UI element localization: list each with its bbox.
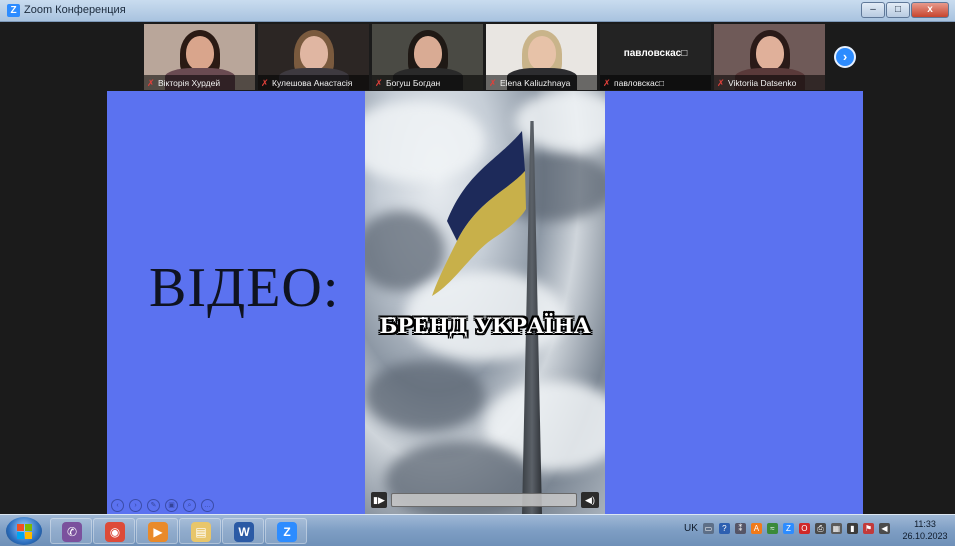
- clock[interactable]: 11:33 26.10.2023: [900, 519, 950, 541]
- pointer-icon[interactable]: ⁑: [734, 523, 746, 534]
- start-button[interactable]: [6, 517, 42, 545]
- screen: Z Zoom Конференция – □ x ✗ Вікторія Хурде…: [0, 0, 955, 546]
- windows-logo-icon: [25, 532, 32, 539]
- participant-face: [299, 36, 328, 70]
- zoom-tray-icon[interactable]: Z: [782, 523, 794, 534]
- volume-icon[interactable]: ◀): [581, 492, 599, 508]
- participant-name-bar: ✗ Богуш Богдан: [372, 75, 483, 90]
- participant-tile[interactable]: ✗ Вікторія Хурдей: [144, 24, 255, 90]
- volume-icon[interactable]: ◀: [878, 523, 890, 534]
- media-player-icon: ▶: [148, 522, 168, 542]
- windows-logo-icon: [17, 524, 24, 531]
- shared-screen-slide: ВІДЕО: БРЕНД УКРАЇНА ▮▶ ◀) ‹ › ✎ ▣ ⌕ …: [107, 91, 863, 515]
- muted-mic-icon: ✗: [717, 77, 725, 88]
- slideshow-tool-icon[interactable]: ‹: [111, 499, 124, 512]
- video-controls: ▮▶ ◀): [371, 491, 599, 509]
- word-icon: W: [234, 522, 254, 542]
- explorer-icon: ▤: [191, 522, 211, 542]
- ukraine-flag-icon: [432, 131, 526, 296]
- window-controls: – □ x: [861, 2, 949, 18]
- close-button[interactable]: x: [911, 2, 949, 18]
- taskbar-app-zoom[interactable]: Z: [265, 518, 307, 544]
- taskbar-app-word[interactable]: W: [222, 518, 264, 544]
- network-manager-icon[interactable]: ≈: [766, 523, 778, 534]
- system-tray: UK ▭? ⁑ A ≈ Z O ⎙ ▦ ▮ ⚑ ◀: [684, 523, 890, 534]
- cloud: [365, 361, 485, 431]
- participant-tile[interactable]: ✗ Elena Kaliuzhnaya: [486, 24, 597, 90]
- language-indicator[interactable]: UK: [684, 523, 698, 534]
- participant-face: [185, 36, 214, 70]
- participant-name: Viktoriia Datsenko: [728, 77, 797, 88]
- participant-tile[interactable]: ✗ Богуш Богдан: [372, 24, 483, 90]
- slideshow-tool-icon[interactable]: ▣: [165, 499, 178, 512]
- taskbar-app-media-player[interactable]: ▶: [136, 518, 178, 544]
- clock-date: 26.10.2023: [902, 531, 948, 541]
- participant-name: Кулешова Анастасія: [272, 77, 353, 88]
- flag-icon[interactable]: ⚑: [862, 523, 874, 534]
- embedded-video[interactable]: БРЕНД УКРАЇНА ▮▶ ◀): [365, 91, 605, 515]
- taskbar-app-viber[interactable]: ✆: [50, 518, 92, 544]
- muted-mic-icon: ✗: [147, 77, 155, 88]
- participant-name-bar: ✗ Viktoriia Datsenko: [714, 75, 825, 90]
- participant-tile[interactable]: ✗ Viktoriia Datsenko: [714, 24, 825, 90]
- participant-display-name: павловскас□: [623, 48, 688, 59]
- keyboard-icon[interactable]: ▭: [702, 523, 714, 534]
- participant-name: Elena Kaliuzhnaya: [500, 77, 571, 88]
- windows-logo-icon: [17, 532, 24, 539]
- slideshow-tool-icon[interactable]: ›: [129, 499, 142, 512]
- participant-name-bar: ✗ павловскас□: [600, 75, 711, 90]
- printer-icon[interactable]: ⎙: [814, 523, 826, 534]
- chrome-icon: ◉: [105, 522, 125, 542]
- taskbar-app-chrome[interactable]: ◉: [93, 518, 135, 544]
- slideshow-tool-icon[interactable]: ⌕: [183, 499, 196, 512]
- participant-face: [755, 36, 784, 70]
- slideshow-toolbar: ‹ › ✎ ▣ ⌕ …: [111, 499, 214, 512]
- window-title-bar[interactable]: Z Zoom Конференция – □ x: [0, 0, 955, 22]
- taskbar-app-explorer[interactable]: ▤: [179, 518, 221, 544]
- clock-time: 11:33: [914, 519, 936, 529]
- minimize-button[interactable]: –: [861, 2, 885, 18]
- viber-icon: ✆: [62, 522, 82, 542]
- display-icon[interactable]: ▦: [830, 523, 842, 534]
- participant-name-bar: ✗ Вікторія Хурдей: [144, 75, 255, 90]
- participant-face: [527, 36, 556, 70]
- participant-face: [413, 36, 442, 70]
- slideshow-tool-icon[interactable]: …: [201, 499, 214, 512]
- participant-strip: ✗ Вікторія Хурдей ✗ Кулешова Анастасія ✗ Богу…: [144, 24, 825, 90]
- zoom-app-icon: Z: [7, 4, 20, 17]
- participant-name: Богуш Богдан: [386, 77, 441, 88]
- participant-name-bar: ✗ Elena Kaliuzhnaya: [486, 75, 597, 90]
- muted-mic-icon: ✗: [603, 77, 611, 88]
- windows-logo-icon: [25, 524, 32, 531]
- participant-name-bar: ✗ Кулешова Анастасія: [258, 75, 369, 90]
- windows-taskbar: ✆ ◉ ▶ ▤ W Z UK ▭? ⁑ A ≈ Z O ⎙ ▦ ▮ ⚑ ◀ 11:33 26.10.2023: [0, 514, 955, 546]
- next-participants-button[interactable]: ›: [834, 46, 856, 68]
- slide-title: ВІДЕО:: [149, 257, 340, 319]
- opera-icon[interactable]: O: [798, 523, 810, 534]
- muted-mic-icon: ✗: [375, 77, 383, 88]
- muted-mic-icon: ✗: [489, 77, 497, 88]
- video-caption: БРЕНД УКРАЇНА: [379, 313, 591, 338]
- muted-mic-icon: ✗: [261, 77, 269, 88]
- help-icon[interactable]: ?: [718, 523, 730, 534]
- participant-name: павловскас□: [614, 77, 665, 88]
- participant-tile[interactable]: павловскас□ ✗ павловскас□: [600, 24, 711, 90]
- participant-tile[interactable]: ✗ Кулешова Анастасія: [258, 24, 369, 90]
- play-pause-icon[interactable]: ▮▶: [371, 492, 387, 508]
- maximize-button[interactable]: □: [886, 2, 910, 18]
- signal-icon[interactable]: ▮: [846, 523, 858, 534]
- zoom-icon: Z: [277, 522, 297, 542]
- participant-name: Вікторія Хурдей: [158, 77, 221, 88]
- slideshow-tool-icon[interactable]: ✎: [147, 499, 160, 512]
- window-title: Zoom Конференция: [24, 4, 126, 16]
- avast-icon[interactable]: A: [750, 523, 762, 534]
- cloud: [515, 91, 605, 151]
- video-progress-bar[interactable]: [391, 493, 577, 507]
